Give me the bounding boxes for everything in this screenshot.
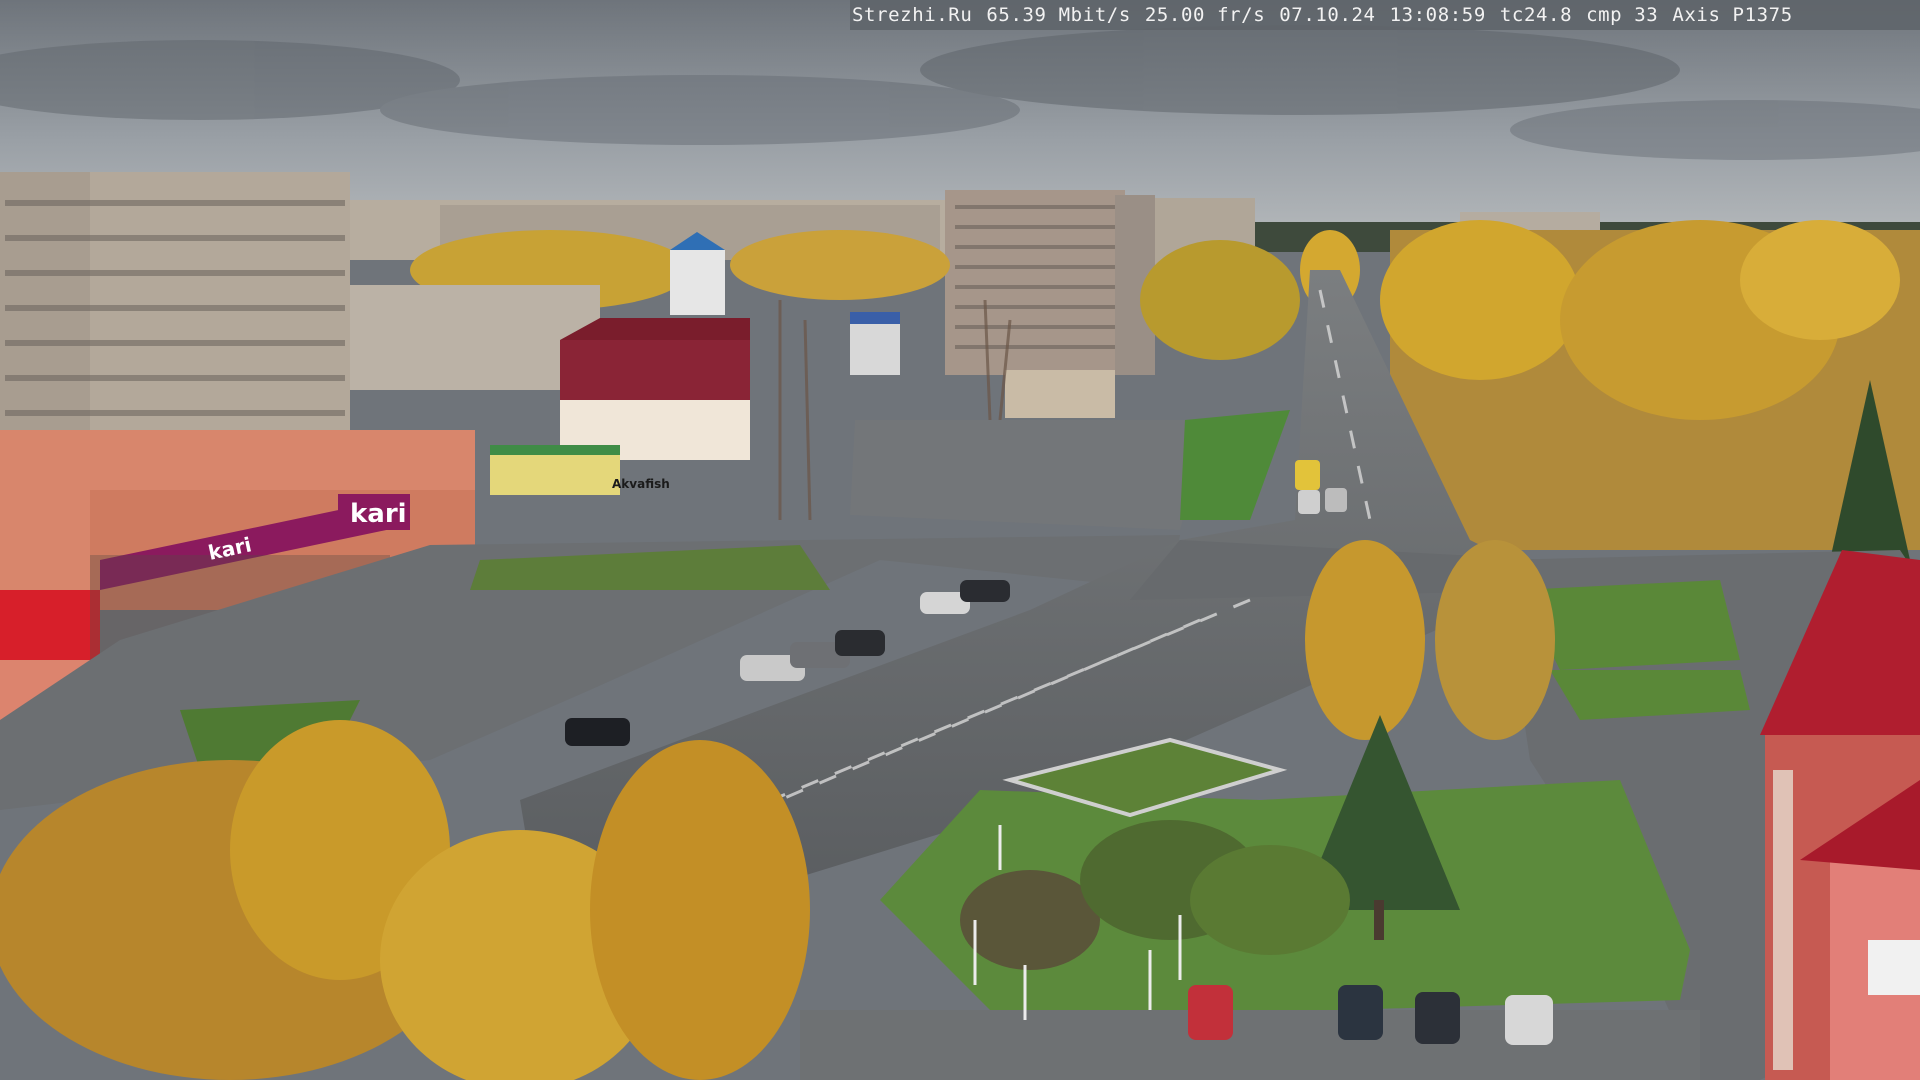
overlay-framerate: 25.00 fr/s — [1144, 4, 1266, 26]
overlay-date: 07.10.24 — [1279, 4, 1376, 26]
kari-sign-main: kari — [350, 499, 407, 529]
overlay-time: 13:08:59 — [1389, 4, 1486, 26]
overlay-bitrate: 65.39 Mbit/s — [986, 4, 1131, 26]
overlay-camera-model: Axis P1375 — [1672, 4, 1793, 26]
parking-lot — [800, 1010, 1700, 1080]
overlay-tc: tc24.8 — [1499, 4, 1573, 26]
webcam-frame: kari kari Akvafish Strezhi.Ru 65.39 Mbit/… — [0, 0, 1920, 1080]
billboard-text: Akvafish — [612, 477, 670, 491]
overlay-cmp: cmp 33 — [1586, 4, 1659, 26]
camera-overlay-bar: Strezhi.Ru 65.39 Mbit/s 25.00 fr/s 07.10.24… — [850, 0, 1920, 30]
city-street-scene: kari kari Akvafish — [0, 0, 1920, 1080]
upper-square — [850, 420, 1210, 530]
overlay-site: Strezhi.Ru — [852, 4, 973, 26]
